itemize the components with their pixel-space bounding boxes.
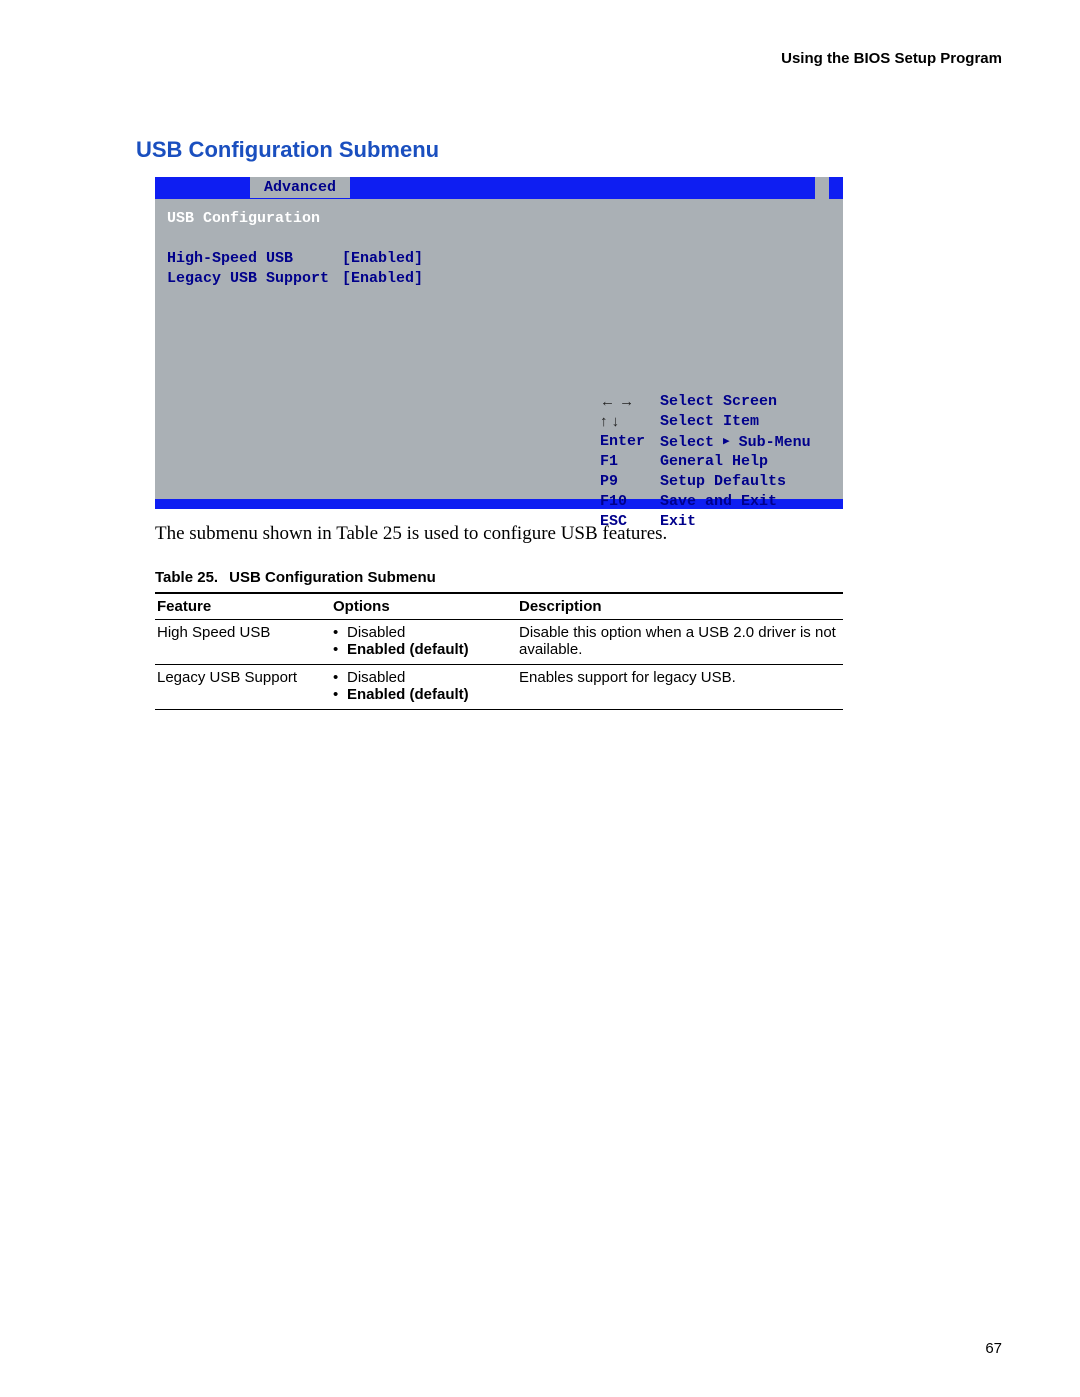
triangle-right-icon: ▶ [723, 436, 730, 448]
legend-row: Enter Select ▶ Sub-Menu [600, 432, 811, 452]
section-heading: USB Configuration Submenu [136, 137, 1002, 163]
legend-row: ESC Exit [600, 512, 811, 532]
legend-key: F1 [600, 452, 660, 472]
legend-desc: Select Screen [660, 392, 777, 412]
cell-description: Disable this option when a USB 2.0 drive… [517, 620, 843, 665]
cell-options: •Disabled •Enabled (default) [331, 665, 517, 710]
bios-item-label: High-Speed USB [167, 249, 342, 269]
legend-desc: Exit [660, 512, 696, 532]
page-number: 67 [985, 1340, 1002, 1357]
bios-tabbar: Advanced [155, 177, 843, 199]
bios-screenshot: Advanced USB Configuration High-Speed US… [155, 177, 843, 509]
bios-item-value: [Enabled] [342, 249, 423, 269]
option-value: Disabled [347, 624, 405, 641]
col-header-feature: Feature [155, 593, 331, 620]
bios-tab-advanced: Advanced [250, 177, 350, 198]
option-value: Disabled [347, 669, 405, 686]
bios-item-legacy-usb: Legacy USB Support [Enabled] [167, 269, 831, 289]
legend-key: F10 [600, 492, 660, 512]
caption-paragraph: The submenu shown in Table 25 is used to… [155, 523, 1002, 545]
col-header-description: Description [517, 593, 843, 620]
legend-row: F1 General Help [600, 452, 811, 472]
legend-key: ← → [600, 392, 660, 412]
bios-screen-title: USB Configuration [167, 209, 831, 229]
legend-desc: Save and Exit [660, 492, 777, 512]
legend-desc: Select Item [660, 412, 759, 432]
table-header-row: Feature Options Description [155, 593, 843, 620]
option-value-default: Enabled (default) [347, 641, 469, 658]
bios-item-value: [Enabled] [342, 269, 423, 289]
cell-options: •Disabled •Enabled (default) [331, 620, 517, 665]
bios-item-high-speed-usb: High-Speed USB [Enabled] [167, 249, 831, 269]
legend-key: ↑ ↓ [600, 412, 660, 432]
table-number: Table 25. [155, 569, 225, 586]
legend-desc: Setup Defaults [660, 472, 786, 492]
running-header: Using the BIOS Setup Program [140, 50, 1002, 67]
table-title: USB Configuration Submenu [229, 569, 436, 586]
legend-row: ↑ ↓ Select Item [600, 412, 811, 432]
usb-config-table: Feature Options Description High Speed U… [155, 592, 843, 710]
bios-legend: ← → Select Screen ↑ ↓ Select Item Enter … [600, 392, 811, 532]
legend-desc: General Help [660, 452, 768, 472]
cell-description: Enables support for legacy USB. [517, 665, 843, 710]
table-caption: Table 25. USB Configuration Submenu [155, 569, 1002, 586]
legend-key: ESC [600, 512, 660, 532]
table-row: High Speed USB •Disabled •Enabled (defau… [155, 620, 843, 665]
table-row: Legacy USB Support •Disabled •Enabled (d… [155, 665, 843, 710]
cell-feature: High Speed USB [155, 620, 331, 665]
bios-item-label: Legacy USB Support [167, 269, 342, 289]
legend-key: Enter [600, 432, 660, 452]
legend-desc: Select ▶ Sub-Menu [660, 432, 811, 452]
legend-row: ← → Select Screen [600, 392, 811, 412]
col-header-options: Options [331, 593, 517, 620]
legend-key: P9 [600, 472, 660, 492]
legend-row: F10 Save and Exit [600, 492, 811, 512]
option-value-default: Enabled (default) [347, 686, 469, 703]
legend-row: P9 Setup Defaults [600, 472, 811, 492]
cell-feature: Legacy USB Support [155, 665, 331, 710]
